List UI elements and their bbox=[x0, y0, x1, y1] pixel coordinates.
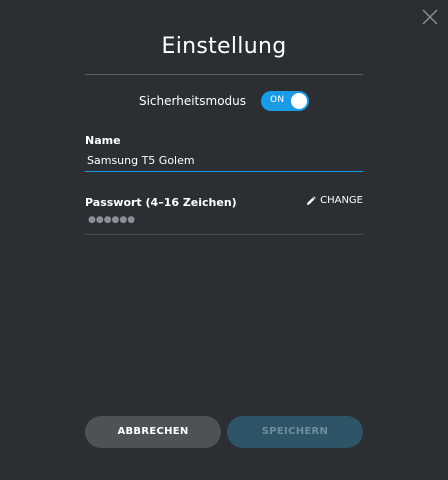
dialog-title: Einstellung bbox=[161, 34, 287, 59]
security-mode-row: Sicherheitsmodus ON bbox=[85, 90, 363, 112]
name-input[interactable] bbox=[85, 150, 363, 172]
save-button[interactable]: SPEICHERN bbox=[227, 416, 363, 448]
close-icon[interactable] bbox=[420, 7, 440, 27]
change-password-button[interactable]: CHANGE bbox=[306, 195, 363, 206]
pencil-icon bbox=[307, 195, 316, 205]
security-mode-toggle[interactable]: ON bbox=[261, 91, 310, 111]
toggle-state-text: ON bbox=[270, 95, 285, 105]
password-masked-value: ●●●●●● bbox=[88, 215, 136, 225]
toggle-knob bbox=[291, 93, 308, 109]
password-divider bbox=[85, 234, 363, 235]
cancel-button[interactable]: ABBRECHEN bbox=[85, 416, 221, 448]
password-label: Passwort (4–16 Zeichen) bbox=[85, 196, 237, 209]
title-divider bbox=[85, 74, 363, 75]
name-label: Name bbox=[85, 134, 121, 147]
change-label: CHANGE bbox=[320, 195, 363, 206]
settings-dialog: Einstellung Sicherheitsmodus ON Name Pas… bbox=[0, 0, 448, 480]
security-mode-label: Sicherheitsmodus bbox=[138, 94, 247, 108]
